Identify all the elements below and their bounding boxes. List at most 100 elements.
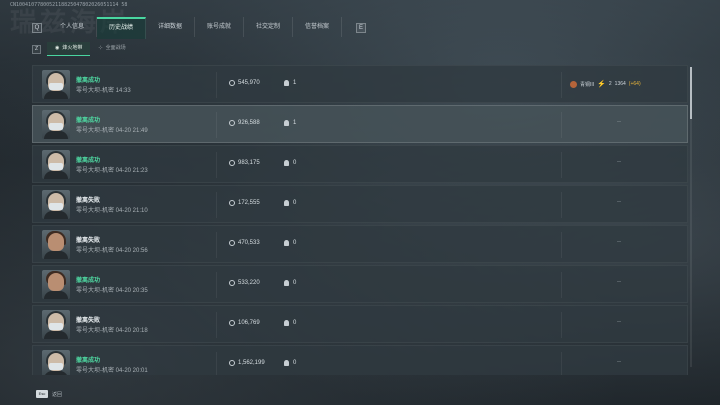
avatar-mask (49, 123, 63, 130)
watermark-id: CN1004107780052118825047802026051114 58 (10, 2, 128, 8)
map-time: 零号大坝-机密 04-20 21:23 (76, 168, 148, 174)
kill-count: 0 (284, 240, 296, 246)
coin-icon (229, 320, 235, 326)
map-time: 零号大坝-机密 04-20 20:56 (76, 248, 148, 254)
match-row[interactable]: 撤离失败 零号大坝-机密 04-20 20:56 470,533 0 -- (32, 225, 688, 263)
column-divider (216, 192, 217, 218)
avatar-body (44, 331, 68, 339)
kill-number: 0 (293, 160, 297, 166)
scrollbar-thumb[interactable] (690, 67, 692, 119)
match-row[interactable]: 撤离成功 零号大坝-机密 04-20 20:35 533,220 0 -- (32, 265, 688, 303)
tab-1[interactable]: 历史战绩 (97, 17, 146, 39)
skull-icon (284, 320, 289, 326)
rank-placeholder: -- (617, 319, 621, 325)
kill-number: 0 (293, 280, 297, 286)
back-label[interactable]: 返回 (52, 391, 62, 398)
column-divider (216, 272, 217, 298)
rank-name: 青铜III (580, 81, 595, 88)
coin-amount: 533,220 (238, 280, 260, 286)
avatar-head (48, 233, 64, 251)
column-divider (561, 112, 562, 138)
kill-count: 1 (284, 120, 296, 126)
rank-star-icon: ⚡ (597, 81, 606, 88)
kill-number: 0 (293, 360, 297, 366)
column-divider (216, 72, 217, 98)
rank-placeholder: -- (617, 119, 621, 125)
operator-avatar (42, 150, 70, 179)
map-time: 零号大坝-机密 14:33 (76, 88, 131, 94)
rank-placeholder: -- (617, 199, 621, 205)
column-divider (561, 272, 562, 298)
match-history-list: 撤离成功 零号大坝-机密 14:33 545,970 1 青铜III ⚡ 2 1… (32, 65, 688, 375)
coin-value: 1,562,199 (229, 360, 265, 366)
nav-left-key[interactable]: Q (32, 23, 42, 33)
skull-icon (284, 80, 289, 86)
map-time: 零号大坝-机密 04-20 20:35 (76, 288, 148, 294)
kill-number: 0 (293, 240, 297, 246)
skull-icon (284, 160, 289, 166)
rank-placeholder: -- (617, 239, 621, 245)
rank-badge-icon (570, 80, 577, 88)
column-divider (561, 312, 562, 338)
rank-placeholder: -- (617, 279, 621, 285)
kill-number: 1 (293, 120, 297, 126)
coin-amount: 983,175 (238, 160, 260, 166)
coin-amount: 470,533 (238, 240, 260, 246)
avatar-body (44, 291, 68, 299)
kill-number: 0 (293, 200, 297, 206)
avatar-mask (49, 83, 63, 90)
subtab-0[interactable]: ◉ 烽火地带 (47, 42, 91, 56)
extraction-status: 撤离成功 (76, 78, 101, 84)
operator-avatar (42, 230, 70, 259)
avatar-body (44, 131, 68, 139)
esc-key[interactable]: Esc (36, 390, 48, 398)
skull-icon (284, 360, 289, 366)
rank-stars: 2 (608, 81, 612, 87)
extraction-status: 撤离失败 (76, 318, 101, 324)
coin-icon (229, 360, 235, 366)
coin-value: 172,555 (229, 200, 260, 206)
kill-number: 0 (293, 320, 297, 326)
column-divider (216, 232, 217, 258)
rank-score: 1364 (614, 81, 626, 87)
subnav-key[interactable]: Z (32, 44, 41, 54)
nav-right-key[interactable]: E (356, 23, 366, 33)
coin-icon (229, 280, 235, 286)
rank-info: 青铜III ⚡ 2 1364 (+64) (570, 80, 641, 88)
coin-amount: 1,562,199 (238, 360, 265, 366)
kill-count: 0 (284, 360, 296, 366)
match-row[interactable]: 撤离失败 零号大坝-机密 04-20 20:18 106,769 0 -- (32, 305, 688, 343)
match-row[interactable]: 撤离失败 零号大坝-机密 04-20 21:10 172,555 0 -- (32, 185, 688, 223)
tab-2[interactable]: 详细数据 (146, 17, 195, 37)
coin-value: 926,588 (229, 120, 260, 126)
avatar-body (44, 171, 68, 179)
avatar-body (44, 211, 68, 219)
footer: Esc 返回 (36, 390, 62, 398)
tab-4[interactable]: 社交定制 (244, 17, 293, 37)
sub-nav: Z ◉ 烽火地带 ⊹ 全面战场 (32, 42, 134, 56)
map-time: 零号大坝-机密 04-20 21:10 (76, 208, 148, 214)
coin-value: 545,970 (229, 80, 260, 86)
scrollbar[interactable] (690, 67, 692, 367)
match-row[interactable]: 撤离成功 零号大坝-机密 04-20 21:49 926,588 1 -- (32, 105, 688, 143)
tab-5[interactable]: 信誉档案 (293, 17, 342, 37)
match-row[interactable]: 撤离成功 零号大坝-机密 04-20 20:01 1,562,199 0 -- (32, 345, 688, 375)
match-row[interactable]: 撤离成功 零号大坝-机密 04-20 21:23 983,175 0 -- (32, 145, 688, 183)
avatar-mask (49, 203, 63, 210)
operator-avatar (42, 270, 70, 299)
kill-count: 0 (284, 200, 296, 206)
kill-number: 1 (293, 80, 297, 86)
avatar-body (44, 371, 68, 375)
tab-0[interactable]: 个人信息 (48, 17, 97, 37)
column-divider (561, 72, 562, 98)
tab-3[interactable]: 账号成就 (195, 17, 244, 37)
operator-avatar (42, 350, 70, 375)
column-divider (561, 192, 562, 218)
operator-avatar (42, 190, 70, 219)
match-row[interactable]: 撤离成功 零号大坝-机密 14:33 545,970 1 青铜III ⚡ 2 1… (32, 65, 688, 103)
flame-icon: ◉ (55, 45, 60, 51)
kill-count: 0 (284, 160, 296, 166)
coin-value: 533,220 (229, 280, 260, 286)
extraction-status: 撤离成功 (76, 278, 101, 284)
subtab-1[interactable]: ⊹ 全面战场 (90, 42, 133, 55)
